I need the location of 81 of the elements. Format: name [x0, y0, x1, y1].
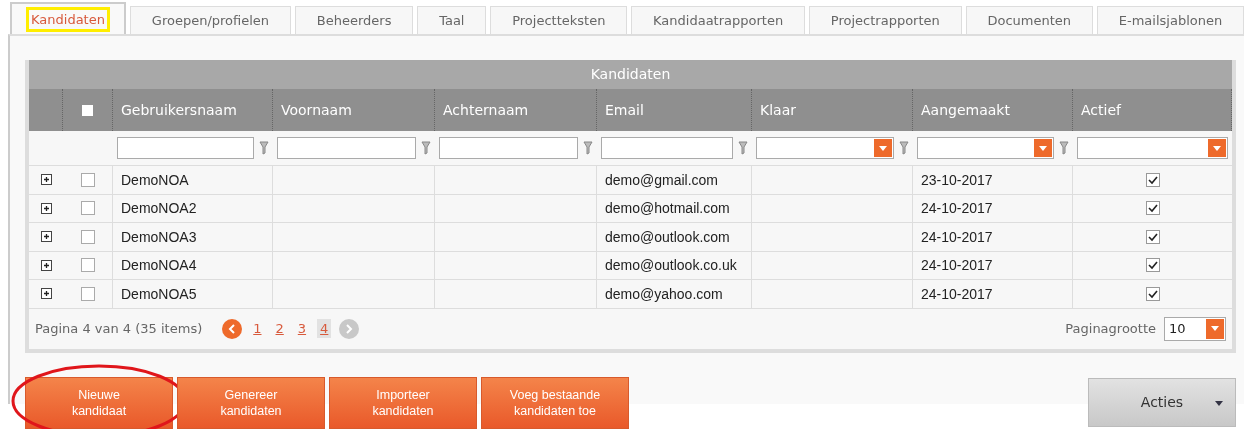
tab[interactable]: E-mailsjablonen — [1096, 6, 1244, 34]
table-cell: demo@outlook.co.uk — [605, 257, 737, 274]
table-cell: demo@outlook.com — [605, 228, 730, 245]
column-header[interactable]: Achternaam — [435, 89, 597, 131]
dropdown-button[interactable] — [1034, 139, 1052, 157]
column-header[interactable]: Aangemaakt — [913, 89, 1073, 131]
table-cell: 23-10-2017 — [921, 171, 993, 188]
tab[interactable]: Projectrapporten — [809, 6, 962, 34]
tab[interactable]: Taal — [417, 6, 487, 34]
table-cell: DemoNOA5 — [121, 285, 197, 302]
table-cell: demo@gmail.com — [605, 171, 719, 188]
tab[interactable]: Projectteksten — [490, 6, 628, 34]
expand-icon[interactable] — [40, 259, 52, 271]
action-button[interactable]: Importeer kandidaten — [329, 376, 477, 429]
table-cell: 24-10-2017 — [921, 200, 993, 217]
page-link[interactable]: 4 — [317, 319, 332, 338]
filter-icon[interactable] — [583, 141, 593, 155]
filter-icon[interactable] — [1059, 141, 1069, 155]
select-all-checkbox[interactable] — [82, 104, 93, 116]
table-cell: demo@yahoo.com — [605, 285, 723, 302]
table-cell: DemoNOA4 — [121, 257, 197, 274]
filter-field[interactable] — [917, 137, 1054, 159]
caret-icon — [1213, 145, 1221, 151]
tab[interactable]: Documenten — [965, 6, 1093, 34]
actions-dropdown-button[interactable]: Acties — [1088, 377, 1236, 427]
filter-field[interactable] — [756, 137, 894, 159]
caret-icon — [1039, 145, 1047, 151]
pager-summary: Pagina 4 van 4 (35 items) — [35, 321, 203, 336]
filter-field[interactable] — [1077, 137, 1228, 159]
page-link[interactable]: 3 — [294, 319, 310, 338]
expand-icon[interactable] — [40, 288, 52, 300]
previous-page-button[interactable] — [222, 318, 243, 339]
grid-title: Kandidaten — [29, 60, 1232, 89]
filter-field[interactable] — [117, 137, 254, 159]
filter-field[interactable] — [439, 137, 578, 159]
filter-field[interactable] — [277, 137, 416, 159]
tab[interactable]: Beheerders — [294, 6, 414, 34]
filter-icon[interactable] — [421, 141, 431, 155]
tab[interactable]: Kandidaatrapporten — [631, 6, 805, 34]
tab[interactable]: Kandidaten — [10, 2, 126, 34]
dropdown-button[interactable] — [874, 139, 892, 157]
expand-icon[interactable] — [40, 231, 52, 243]
caret-icon — [1211, 326, 1219, 331]
table-cell: DemoNOA — [121, 171, 189, 188]
table-cell: DemoNOA3 — [121, 228, 197, 245]
row-checkbox[interactable] — [80, 286, 95, 301]
page-link[interactable]: 1 — [250, 319, 265, 338]
filter-icon[interactable] — [738, 141, 748, 155]
column-header[interactable]: Actief — [1073, 89, 1232, 131]
table-cell: 24-10-2017 — [921, 257, 993, 274]
expand-icon[interactable] — [40, 174, 52, 186]
caret-icon — [1215, 400, 1223, 406]
chevron-left-icon — [228, 323, 237, 334]
dropdown-button[interactable] — [1208, 139, 1226, 157]
column-header[interactable]: Voornaam — [273, 89, 435, 131]
filter-icon[interactable] — [259, 141, 269, 155]
chevron-right-icon — [345, 323, 354, 334]
row-checkbox[interactable] — [80, 258, 95, 273]
action-button[interactable]: Nieuwe kandidaat — [25, 376, 173, 429]
table-cell: DemoNOA2 — [121, 200, 197, 217]
expand-icon[interactable] — [40, 202, 52, 214]
row-checkbox[interactable] — [80, 201, 95, 216]
column-header[interactable]: Klaar — [752, 89, 913, 131]
page-link[interactable]: 2 — [272, 319, 287, 338]
action-button[interactable]: Voeg bestaande kandidaten toe — [481, 376, 629, 429]
action-button[interactable]: Genereer kandidaten — [177, 376, 325, 429]
column-header[interactable]: Gebruikersnaam — [113, 89, 273, 131]
column-header[interactable]: Email — [597, 89, 752, 131]
table-cell: demo@hotmail.com — [605, 200, 730, 217]
table-cell: 24-10-2017 — [921, 285, 993, 302]
page-size-label: Paginagrootte — [1065, 321, 1156, 336]
caret-icon — [879, 145, 887, 151]
page-size-dropdown[interactable]: 10 — [1164, 316, 1226, 341]
row-checkbox[interactable] — [80, 172, 95, 187]
filter-field[interactable] — [601, 137, 733, 159]
next-page-button[interactable] — [339, 318, 360, 339]
dropdown-button[interactable] — [1206, 318, 1224, 339]
tab[interactable]: Groepen/profielen — [130, 6, 291, 34]
filter-icon[interactable] — [899, 141, 909, 155]
row-checkbox[interactable] — [80, 229, 95, 244]
table-cell: 24-10-2017 — [921, 228, 993, 245]
